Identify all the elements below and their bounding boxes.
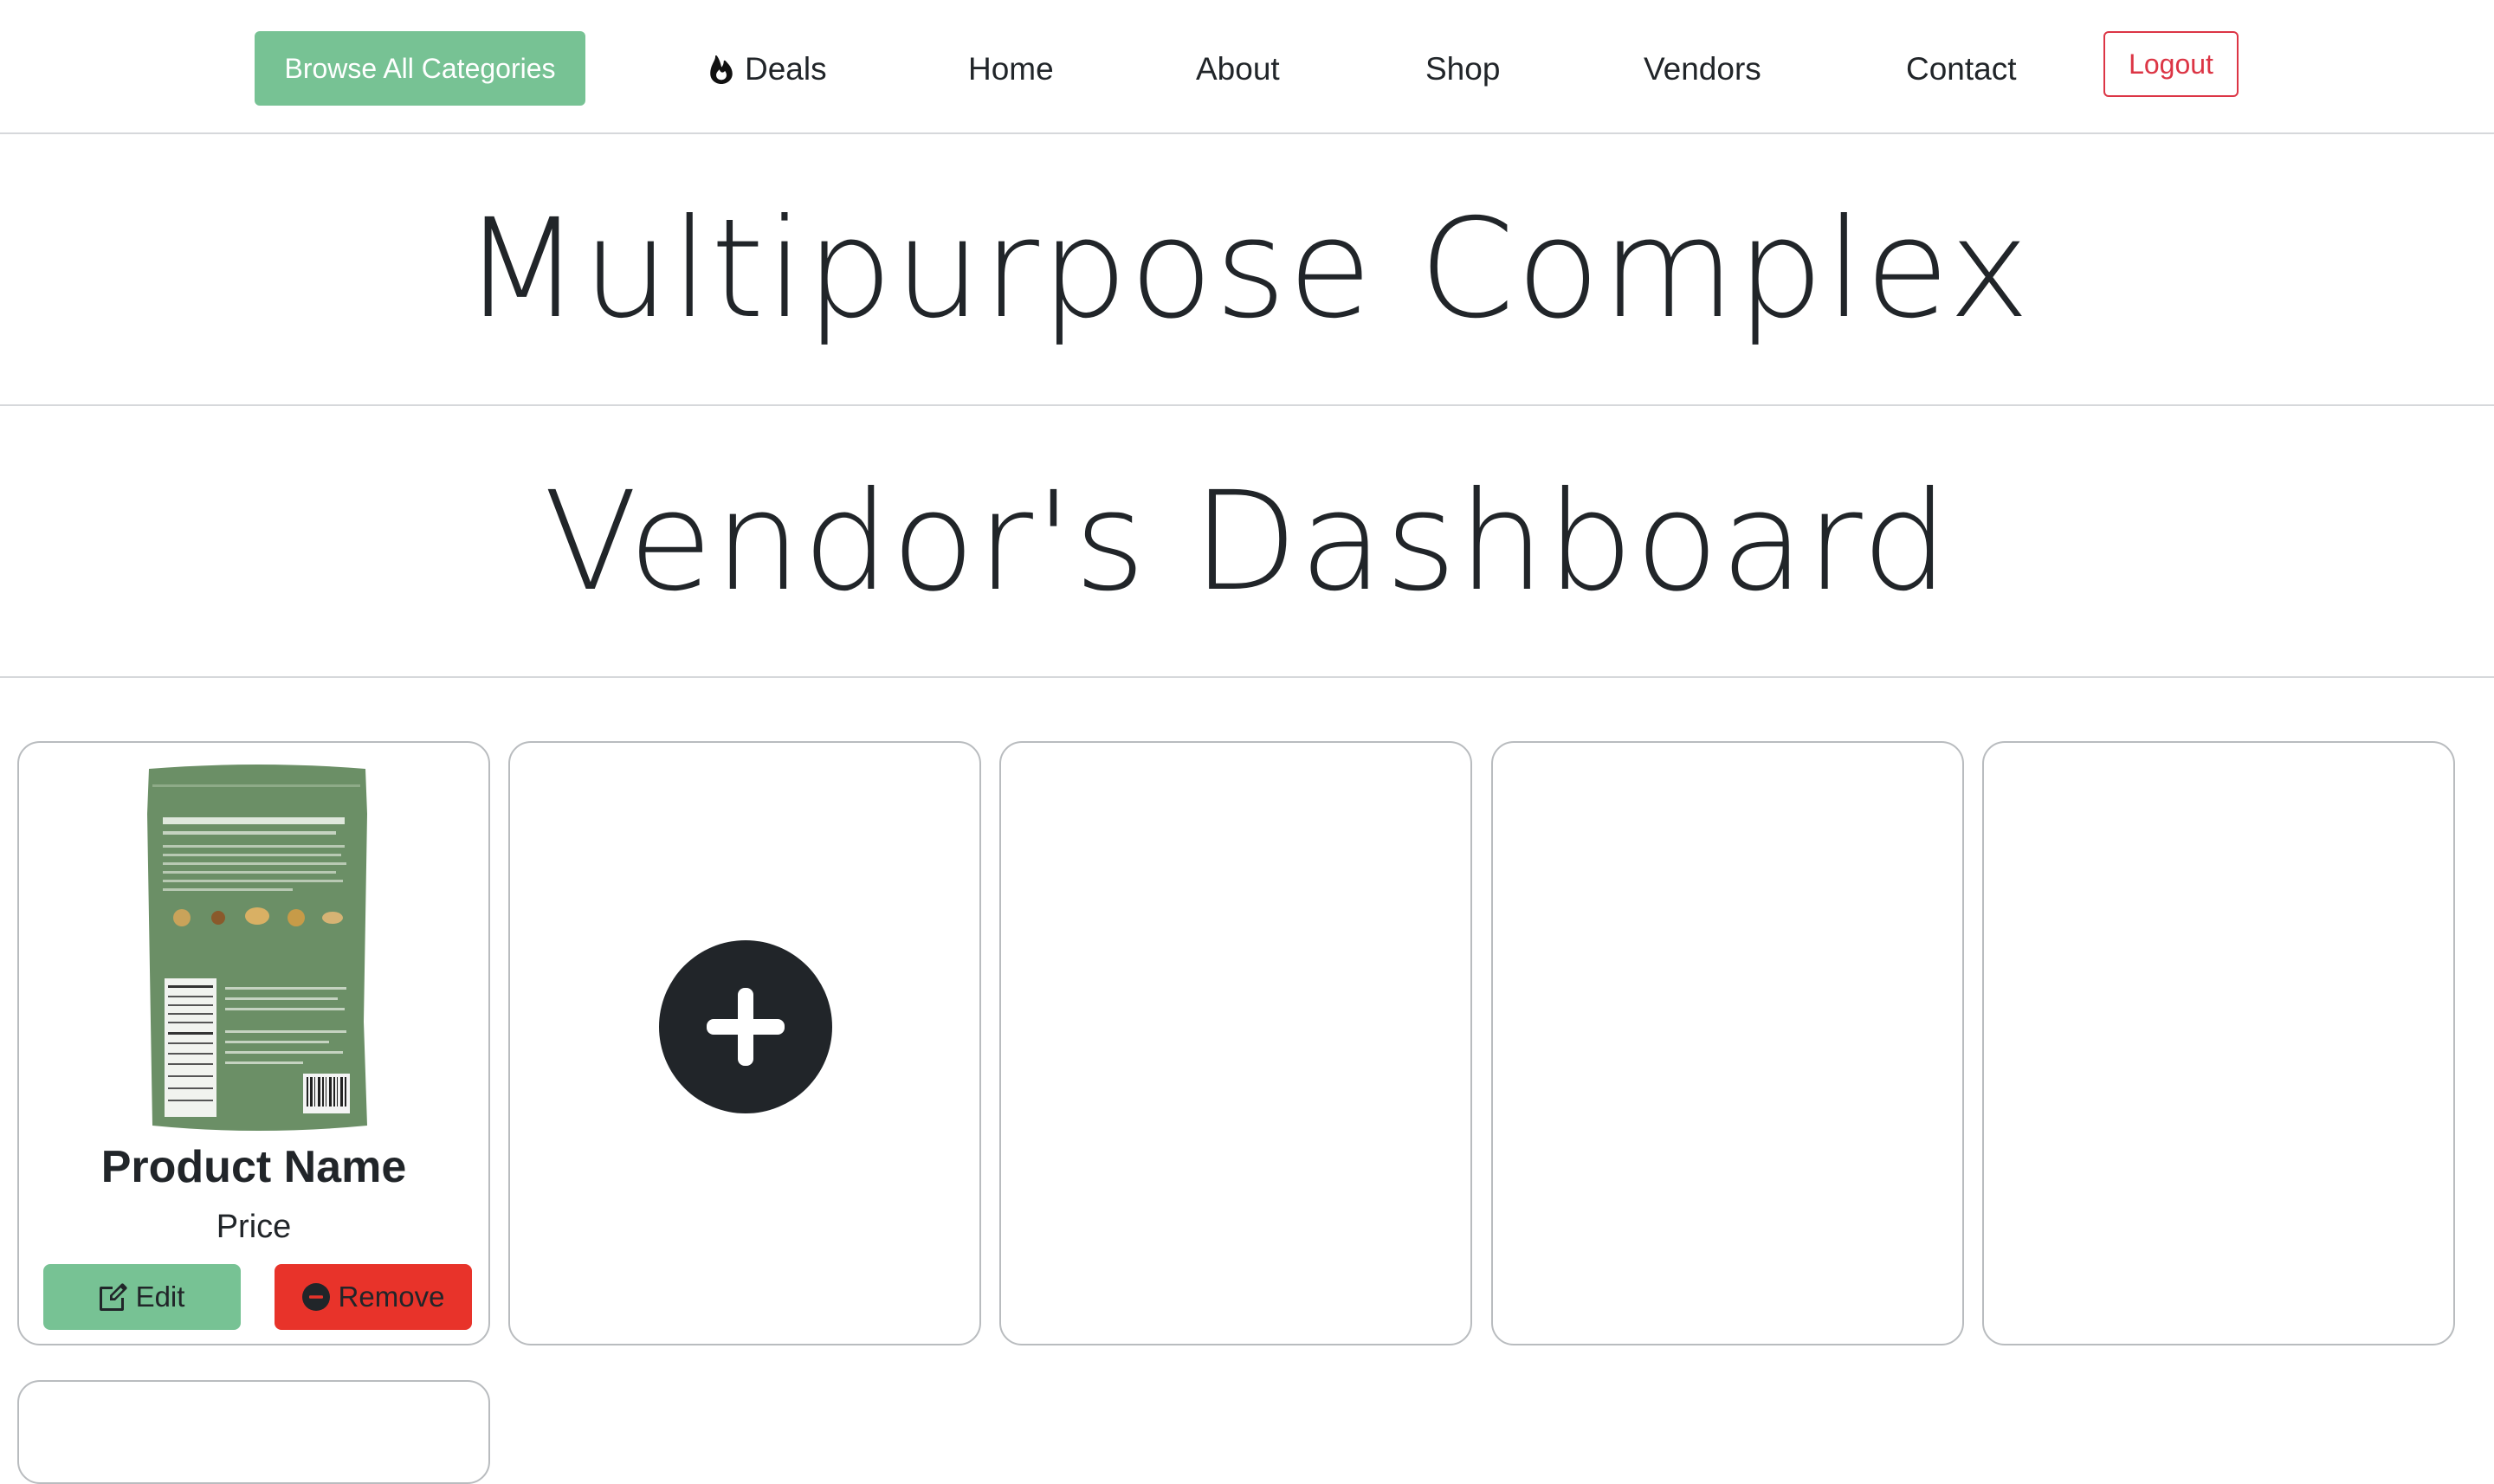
site-title-text: Multipurpose Complex (462, 190, 2032, 349)
edit-icon (99, 1283, 127, 1311)
top-navbar: Browse All Categories Deals Home About S… (0, 0, 2494, 134)
nav-link-contact[interactable]: Contact (1906, 47, 2017, 92)
nav-link-vendors[interactable]: Vendors (1644, 47, 1761, 92)
product-name: Product Name (100, 1142, 407, 1192)
browse-all-categories-label: Browse All Categories (284, 52, 556, 84)
product-price: Price (216, 1209, 292, 1245)
remove-button-label: Remove (338, 1281, 445, 1313)
add-product-button[interactable] (659, 940, 832, 1113)
nav-link-home[interactable]: Home (968, 47, 1054, 92)
site-title: Multipurpose Complex (0, 134, 2494, 406)
empty-product-slot (1982, 741, 2455, 1345)
empty-product-slot (999, 741, 1472, 1345)
page-title-text: Vendor's Dashboard (543, 462, 1951, 622)
fire-icon (710, 55, 733, 84)
empty-product-slot (17, 1380, 490, 1484)
nav-link-about[interactable]: About (1196, 47, 1280, 92)
plus-icon (707, 988, 785, 1066)
minus-circle-icon (301, 1283, 330, 1311)
logout-button[interactable]: Logout (2103, 31, 2239, 97)
page-title: Vendor's Dashboard (0, 408, 2494, 678)
edit-button-label: Edit (135, 1281, 185, 1313)
product-image (147, 765, 367, 1131)
nav-link-shop[interactable]: Shop (1425, 47, 1500, 92)
add-product-card[interactable] (508, 741, 981, 1345)
empty-product-slot (1491, 741, 1964, 1345)
product-card: Product Name Price Edit Remove (17, 741, 490, 1345)
browse-all-categories-button[interactable]: Browse All Categories (255, 31, 585, 106)
nav-link-deals-label: Deals (745, 51, 827, 87)
nav-link-deals[interactable]: Deals (707, 47, 827, 92)
remove-button[interactable]: Remove (275, 1264, 472, 1330)
edit-button[interactable]: Edit (43, 1264, 241, 1330)
logout-label: Logout (2129, 48, 2213, 80)
